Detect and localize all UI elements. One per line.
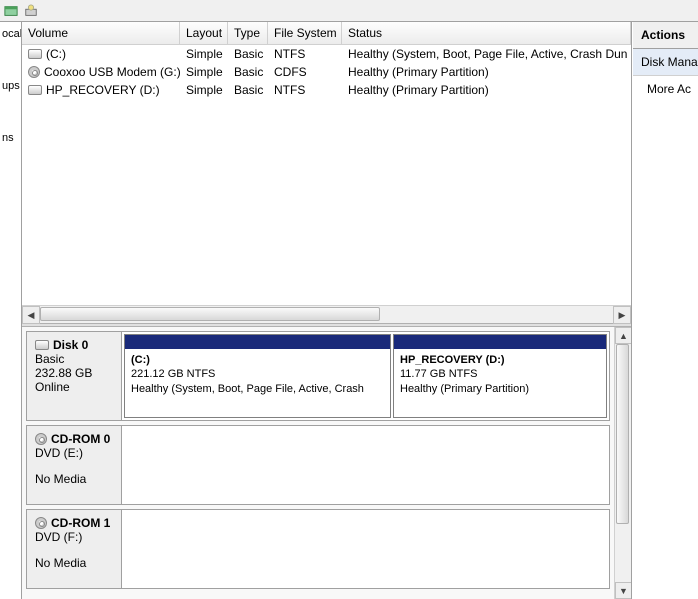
volume-name: (C:) xyxy=(46,47,66,61)
volume-layout: Simple xyxy=(180,46,228,62)
volume-list-header: Volume Layout Type File System Status xyxy=(22,22,631,45)
nav-item-local[interactable]: ocal xyxy=(2,28,19,40)
horizontal-scrollbar[interactable]: ◀ ▶ xyxy=(22,305,631,323)
partition[interactable]: (C:)221.12 GB NTFSHealthy (System, Boot,… xyxy=(124,334,391,418)
disk-block: Disk 0Basic232.88 GBOnline(C:)221.12 GB … xyxy=(26,331,610,421)
col-header-volume[interactable]: Volume xyxy=(22,22,180,44)
action-disk-management[interactable]: Disk Manage xyxy=(633,49,698,76)
disk-state: No Media xyxy=(35,472,113,486)
volume-fs: CDFS xyxy=(268,64,342,80)
col-header-layout[interactable]: Layout xyxy=(180,22,228,44)
volume-list: Volume Layout Type File System Status (C… xyxy=(22,22,631,323)
volume-fs: NTFS xyxy=(268,82,342,98)
volume-type: Basic xyxy=(228,46,268,62)
cd-icon xyxy=(35,517,47,529)
volume-type: Basic xyxy=(228,82,268,98)
disk-title: CD-ROM 1 xyxy=(51,516,110,530)
volume-fs: NTFS xyxy=(268,46,342,62)
nav-item-ns[interactable]: ns xyxy=(2,132,19,144)
volume-list-body: (C:)SimpleBasicNTFSHealthy (System, Boot… xyxy=(22,45,631,305)
volume-name: HP_RECOVERY (D:) xyxy=(46,83,160,97)
disk-title: CD-ROM 0 xyxy=(51,432,110,446)
disk-type: DVD (F:) xyxy=(35,530,113,544)
partition-color-bar xyxy=(125,335,390,349)
volume-layout: Simple xyxy=(180,64,228,80)
disk-label[interactable]: CD-ROM 1DVD (F:) No Media xyxy=(27,510,122,588)
col-header-filesystem[interactable]: File System xyxy=(268,22,342,44)
disk-title: Disk 0 xyxy=(53,338,88,352)
disk-partitions xyxy=(122,426,609,504)
volume-name: Cooxoo USB Modem (G:) xyxy=(44,65,180,79)
partition[interactable]: HP_RECOVERY (D:)11.77 GB NTFSHealthy (Pr… xyxy=(393,334,607,418)
scroll-up-arrow[interactable]: ▲ xyxy=(615,327,631,344)
scroll-right-arrow[interactable]: ▶ xyxy=(613,306,631,324)
disk-label[interactable]: Disk 0Basic232.88 GBOnline xyxy=(27,332,122,420)
disk-partitions: (C:)221.12 GB NTFSHealthy (System, Boot,… xyxy=(122,332,609,420)
disk-size: 232.88 GB xyxy=(35,366,113,380)
volume-status: Healthy (System, Boot, Page File, Active… xyxy=(342,46,631,62)
disk-block: CD-ROM 0DVD (E:) No Media xyxy=(26,425,610,505)
volume-row[interactable]: (C:) SimpleBasicNTFSHealthy (System, Boot… xyxy=(22,45,631,63)
drive-icon xyxy=(35,340,49,350)
cd-icon xyxy=(35,433,47,445)
volume-type: Basic xyxy=(228,64,268,80)
left-nav-tree[interactable]: ocal ups ns xyxy=(0,22,22,599)
disk-label[interactable]: CD-ROM 0DVD (E:) No Media xyxy=(27,426,122,504)
drive-icon xyxy=(28,49,42,59)
scroll-left-arrow[interactable]: ◀ xyxy=(22,306,40,324)
disk-partitions xyxy=(122,510,609,588)
col-header-type[interactable]: Type xyxy=(228,22,268,44)
partition-status: Healthy (Primary Partition) xyxy=(400,382,600,396)
center-pane: Volume Layout Type File System Status (C… xyxy=(22,22,632,599)
vscroll-thumb[interactable] xyxy=(616,344,629,524)
partition-name: (C:) xyxy=(131,353,384,367)
action-more-actions[interactable]: More Ac xyxy=(633,76,698,102)
disk-type: Basic xyxy=(35,352,113,366)
nav-item-groups[interactable]: ups xyxy=(2,80,19,92)
cd-icon xyxy=(28,66,40,78)
partition-status: Healthy (System, Boot, Page File, Active… xyxy=(131,382,384,396)
partition-name: HP_RECOVERY (D:) xyxy=(400,353,600,367)
disk-view-inner: Disk 0Basic232.88 GBOnline(C:)221.12 GB … xyxy=(22,327,614,599)
toolbar xyxy=(0,0,698,22)
vertical-scrollbar[interactable]: ▲ ▼ xyxy=(614,327,631,599)
actions-pane: Actions Disk Manage More Ac xyxy=(632,22,698,599)
col-header-status[interactable]: Status xyxy=(342,22,631,44)
disk-type: DVD (E:) xyxy=(35,446,113,460)
disk-state: No Media xyxy=(35,556,113,570)
volume-status: Healthy (Primary Partition) xyxy=(342,64,631,80)
partition-color-bar xyxy=(394,335,606,349)
volume-layout: Simple xyxy=(180,82,228,98)
disk-graphical-view: Disk 0Basic232.88 GBOnline(C:)221.12 GB … xyxy=(22,327,631,599)
toolbar-icon-1[interactable] xyxy=(4,4,18,18)
volume-row[interactable]: HP_RECOVERY (D:) SimpleBasicNTFSHealthy (… xyxy=(22,81,631,99)
partition-size: 221.12 GB NTFS xyxy=(131,367,384,381)
toolbar-icon-2[interactable] xyxy=(24,4,38,18)
scroll-down-arrow[interactable]: ▼ xyxy=(615,582,631,599)
actions-header: Actions xyxy=(633,22,698,49)
drive-icon xyxy=(28,85,42,95)
disk-state: Online xyxy=(35,380,113,394)
volume-status: Healthy (Primary Partition) xyxy=(342,82,631,98)
scroll-thumb[interactable] xyxy=(40,307,380,321)
disk-block: CD-ROM 1DVD (F:) No Media xyxy=(26,509,610,589)
volume-row[interactable]: Cooxoo USB Modem (G:)SimpleBasicCDFSHeal… xyxy=(22,63,631,81)
partition-size: 11.77 GB NTFS xyxy=(400,367,600,381)
